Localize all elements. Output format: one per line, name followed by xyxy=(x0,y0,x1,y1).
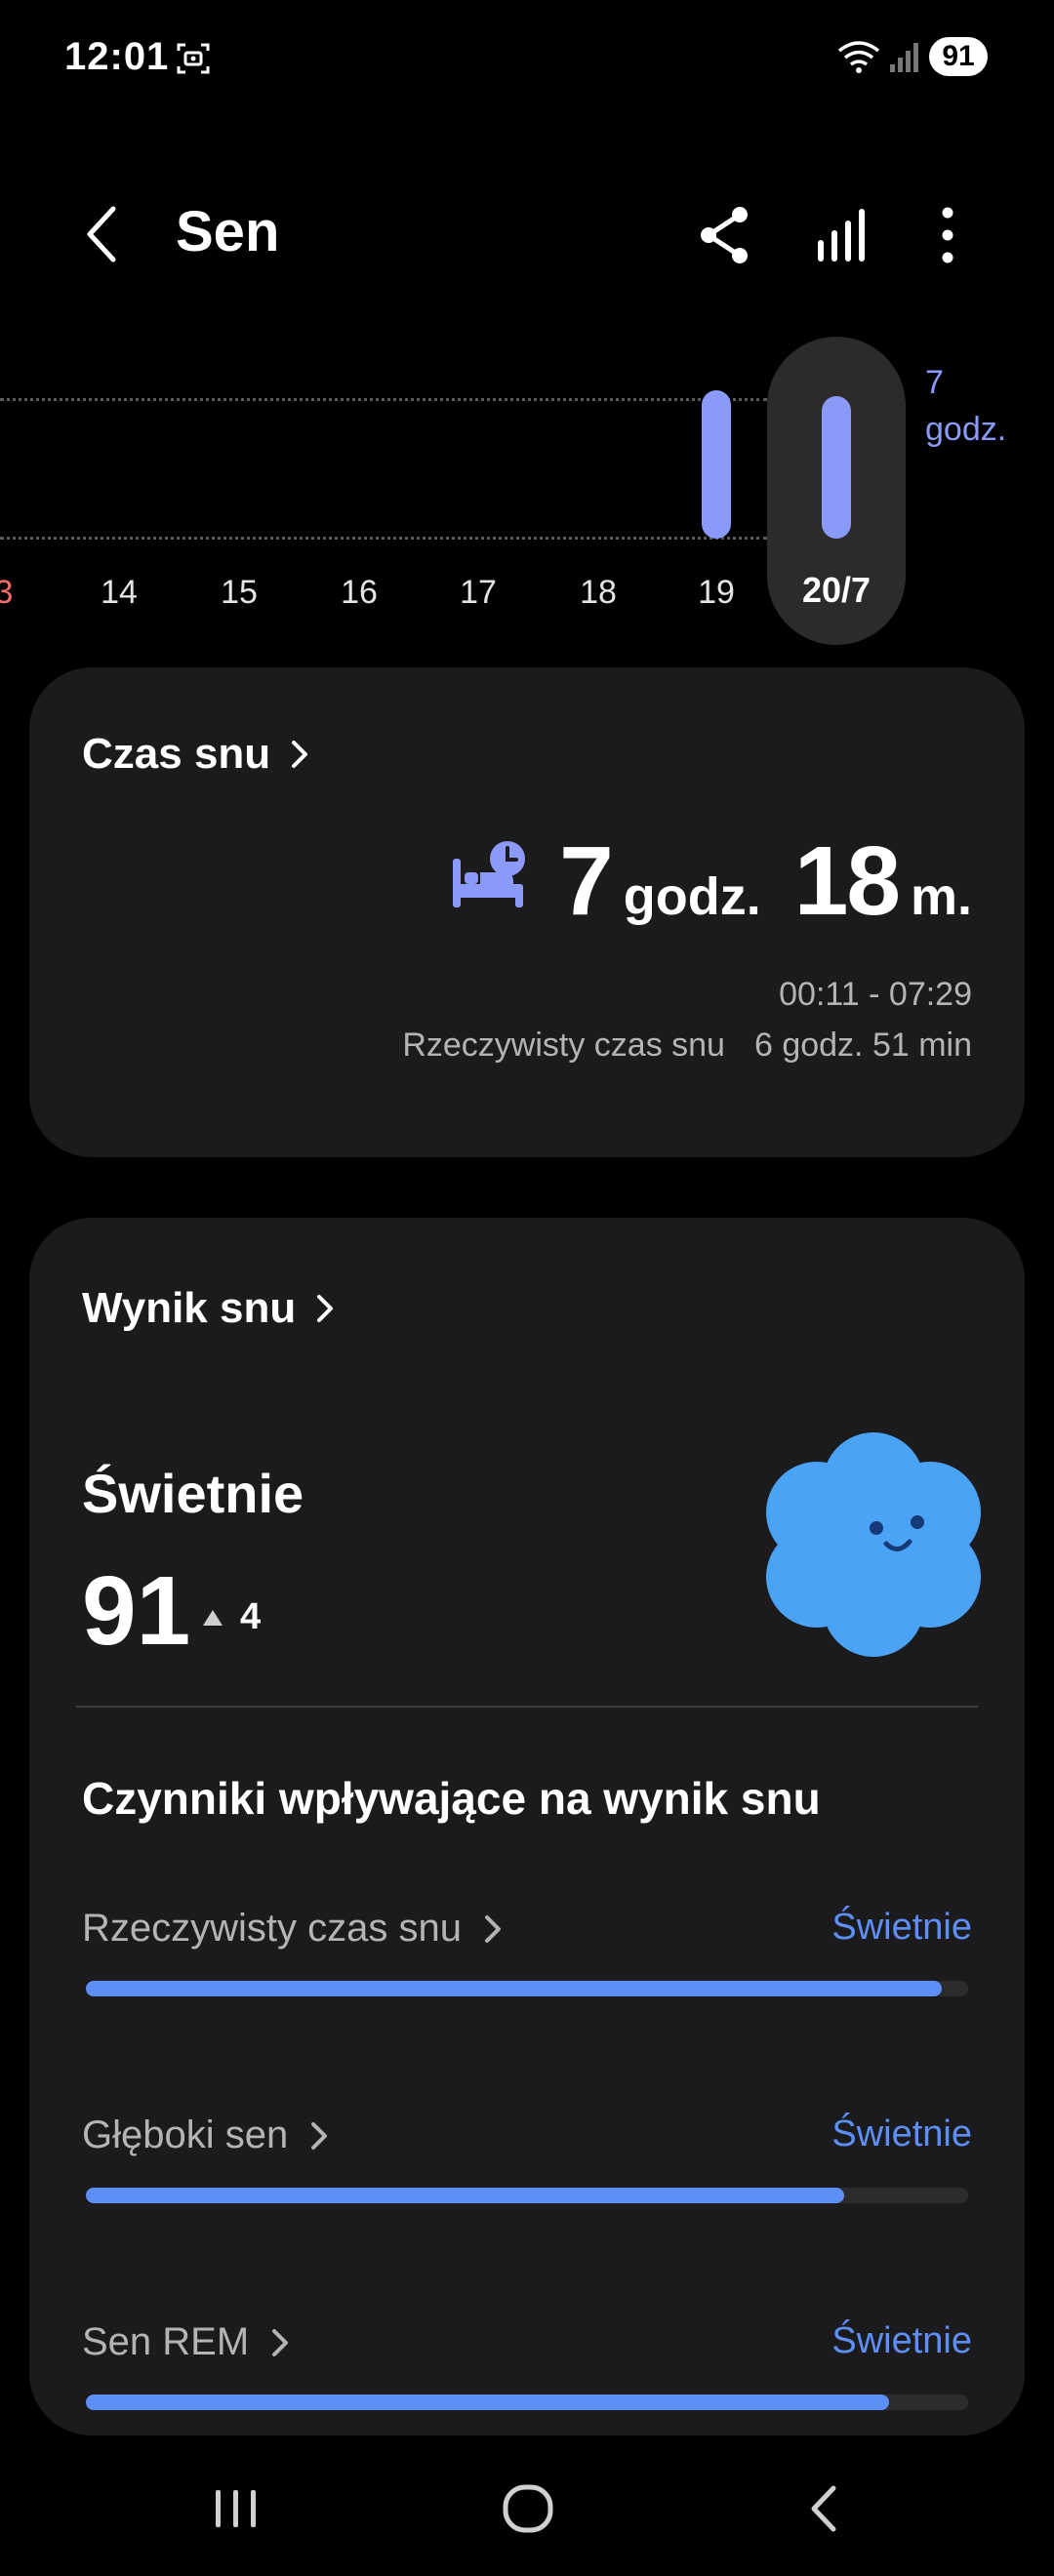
factor-progress-fill xyxy=(86,2188,845,2203)
goal-value: 7 xyxy=(925,364,944,401)
cloud-mascot-icon xyxy=(766,1432,981,1657)
battery-indicator: 91 xyxy=(929,37,988,76)
more-options-icon[interactable] xyxy=(913,201,982,269)
factor-progress-fill xyxy=(86,1981,942,1996)
chevron-right-icon xyxy=(272,2328,289,2356)
chevron-right-icon xyxy=(292,741,308,768)
factor-row[interactable]: Sen REM Świetnie xyxy=(82,2320,972,2435)
sleep-score-title-text: Wynik snu xyxy=(82,1284,297,1332)
sleep-score-title[interactable]: Wynik snu xyxy=(82,1284,339,1333)
factor-name-text: Rzeczywisty czas snu xyxy=(82,1907,462,1950)
factor-name[interactable]: Rzeczywisty czas snu xyxy=(82,1907,507,1951)
score-delta: 4 xyxy=(203,1596,261,1638)
chart-bars-icon[interactable] xyxy=(808,201,876,269)
score-delta-value: 4 xyxy=(240,1596,262,1637)
factor-progress-track xyxy=(86,2188,968,2203)
home-icon[interactable] xyxy=(494,2475,562,2543)
score-rating: Świetnie xyxy=(82,1463,304,1524)
duration-minutes: 18 xyxy=(793,826,901,936)
up-triangle-icon xyxy=(203,1609,223,1626)
goal-unit: godz. xyxy=(925,411,1007,448)
status-bar: 12:01 91 xyxy=(0,0,1054,117)
actual-sleep-label: Rzeczywisty czas snu xyxy=(402,1026,725,1064)
factor-name-text: Sen REM xyxy=(82,2320,250,2363)
day-label[interactable]: 15 xyxy=(200,574,278,612)
nav-back-icon[interactable] xyxy=(790,2475,859,2543)
factor-row[interactable]: Głęboki sen Świetnie xyxy=(82,2113,972,2231)
day-bar-selected[interactable] xyxy=(822,396,851,539)
selected-day-label[interactable]: 20/7 xyxy=(767,570,906,611)
share-icon[interactable] xyxy=(691,201,759,269)
signal-icon xyxy=(890,43,918,72)
baseline-dotted-line xyxy=(0,537,767,540)
day-label[interactable]: 18 xyxy=(559,574,637,612)
divider xyxy=(76,1706,978,1708)
factor-name[interactable]: Sen REM xyxy=(82,2320,294,2364)
factor-rating: Świetnie xyxy=(831,1907,972,1948)
duration-hours-unit: godz. xyxy=(623,867,761,926)
app-header: Sen xyxy=(0,176,1054,293)
day-label[interactable]: 17 xyxy=(439,574,517,612)
factor-rating: Świetnie xyxy=(831,2320,972,2361)
wifi-icon xyxy=(837,41,880,73)
chevron-right-icon xyxy=(311,2121,328,2150)
actual-sleep-row: Rzeczywisty czas snu 6 godz. 51 min xyxy=(402,1026,972,1065)
sleep-score-card[interactable]: Wynik snu Świetnie 91 4 Czynniki wpływaj… xyxy=(29,1218,1025,2435)
status-time: 12:01 xyxy=(64,35,170,78)
system-nav-bar xyxy=(0,2435,1054,2576)
factor-rating: Świetnie xyxy=(831,2113,972,2154)
factor-name[interactable]: Głęboki sen xyxy=(82,2113,333,2157)
duration-hours: 7 xyxy=(559,826,614,936)
sleep-time-title-text: Czas snu xyxy=(82,730,271,778)
factor-progress-track xyxy=(86,1981,968,1996)
back-arrow-icon[interactable] xyxy=(76,199,131,269)
sleep-timeline[interactable]: 3 14 15 16 17 18 19 20/7 7 godz. xyxy=(0,332,1054,654)
bed-clock-icon xyxy=(453,841,525,907)
sleep-duration: 7 godz. 18 m. xyxy=(559,825,972,938)
goal-dotted-line xyxy=(0,398,767,401)
sleep-range: 00:11 - 07:29 xyxy=(779,976,972,1013)
recent-apps-icon[interactable] xyxy=(202,2475,270,2543)
actual-sleep-value: 6 godz. 51 min xyxy=(753,1026,972,1064)
day-label[interactable]: 14 xyxy=(80,574,158,612)
goal-label: 7 godz. xyxy=(925,359,1006,453)
sleep-time-title[interactable]: Czas snu xyxy=(82,730,313,779)
factor-name-text: Głęboki sen xyxy=(82,2113,289,2156)
day-label[interactable]: 16 xyxy=(320,574,398,612)
factors-title: Czynniki wpływające na wynik snu xyxy=(82,1773,821,1824)
factor-row[interactable]: Rzeczywisty czas snu Świetnie xyxy=(82,1907,972,2024)
page-title: Sen xyxy=(176,200,280,263)
day-label[interactable]: 3 xyxy=(0,574,43,612)
factor-progress-fill xyxy=(86,2395,889,2410)
chevron-right-icon xyxy=(484,1914,501,1943)
sleep-time-card[interactable]: Czas snu 7 godz. 18 m. 00:11 - 07:29 Rze… xyxy=(29,667,1025,1157)
chevron-right-icon xyxy=(317,1295,334,1322)
screen-record-icon xyxy=(177,43,210,74)
day-label[interactable]: 19 xyxy=(677,574,755,612)
duration-minutes-unit: m. xyxy=(910,867,972,926)
factor-progress-track xyxy=(86,2395,968,2410)
day-bar-19[interactable] xyxy=(702,390,731,539)
score-value: 91 xyxy=(82,1556,191,1666)
